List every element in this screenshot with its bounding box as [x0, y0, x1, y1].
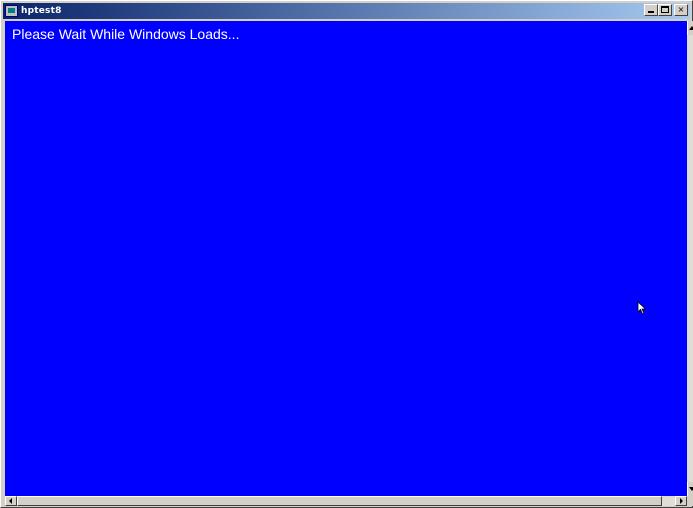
- scroll-up-button[interactable]: [687, 21, 693, 35]
- minimize-icon: [648, 11, 654, 13]
- title-buttons: ×: [644, 4, 688, 16]
- horizontal-scrollbar[interactable]: [5, 496, 687, 506]
- title-bar[interactable]: hptest8 ×: [3, 3, 690, 19]
- vertical-scrollbar[interactable]: [687, 21, 693, 496]
- scroll-left-button[interactable]: [5, 496, 17, 506]
- console-screen[interactable]: Please Wait While Windows Loads...: [5, 21, 687, 496]
- scrollbar-corner: [687, 496, 693, 506]
- horizontal-scroll-thumb[interactable]: [17, 496, 662, 506]
- scroll-down-button[interactable]: [687, 482, 693, 496]
- remote-console-window: hptest8 × Please Wait While Windows Load…: [0, 0, 693, 508]
- mouse-pointer-icon: [637, 301, 647, 315]
- maximize-icon: [661, 6, 669, 13]
- scroll-right-button[interactable]: [675, 496, 687, 506]
- maximize-button[interactable]: [658, 4, 672, 16]
- window-title: hptest8: [21, 6, 62, 16]
- minimize-button[interactable]: [644, 4, 658, 16]
- close-button[interactable]: ×: [674, 4, 688, 16]
- app-icon[interactable]: [5, 5, 18, 17]
- loading-message: Please Wait While Windows Loads...: [12, 26, 240, 42]
- close-icon: ×: [677, 5, 685, 14]
